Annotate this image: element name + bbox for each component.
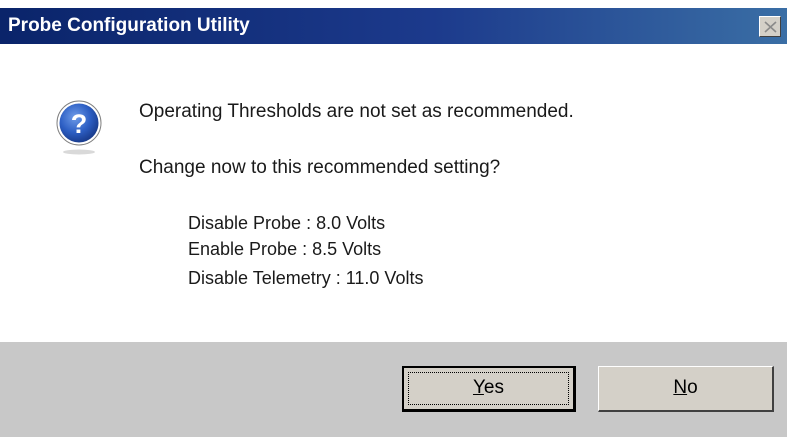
- setting-disable-telemetry: Disable Telemetry : 11.0 Volts: [188, 268, 424, 288]
- svg-text:?: ?: [71, 109, 88, 139]
- window-title: Probe Configuration Utility: [8, 15, 250, 36]
- close-button[interactable]: [759, 16, 781, 37]
- no-button[interactable]: No: [598, 366, 774, 412]
- dialog-body: [0, 44, 787, 342]
- message-line-1: Operating Thresholds are not set as reco…: [139, 101, 574, 122]
- title-bar[interactable]: Probe Configuration Utility: [0, 8, 787, 44]
- focus-rectangle: [408, 372, 569, 405]
- message-dialog: Probe Configuration Utility ? Operating …: [0, 0, 787, 437]
- no-label: o: [687, 377, 698, 398]
- no-mnemonic: N: [673, 377, 688, 398]
- setting-disable-probe: Disable Probe : 8.0 Volts: [188, 213, 386, 233]
- close-icon: [764, 21, 777, 33]
- message-line-2: Change now to this recommended setting?: [139, 157, 501, 178]
- question-icon: ?: [56, 100, 102, 155]
- setting-enable-probe: Enable Probe : 8.5 Volts: [188, 239, 382, 259]
- yes-button[interactable]: Yes: [402, 366, 576, 412]
